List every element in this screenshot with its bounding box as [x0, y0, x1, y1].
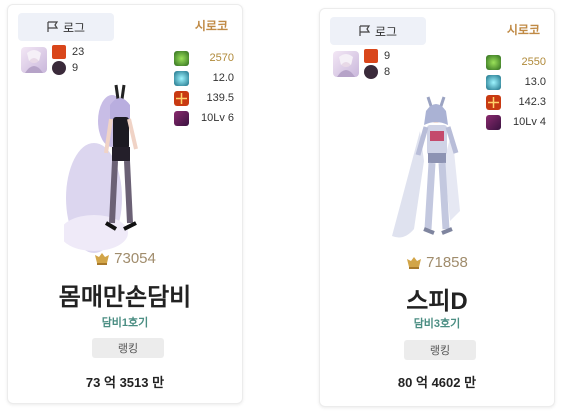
red-cross-icon	[174, 90, 189, 106]
dark-orb-icon	[364, 65, 378, 79]
adventure-label: 로그	[374, 24, 398, 39]
flag-icon	[47, 21, 59, 33]
stat-row: 142.3	[486, 92, 546, 112]
score-row: 71858	[320, 254, 554, 271]
character-card[interactable]: 로그 시로코 9 8 2550 13.0 142.3 10Lv 4 71858 …	[319, 8, 555, 407]
flag-icon	[359, 25, 371, 37]
guild-name: 담비3호기	[413, 318, 461, 330]
stat-row: 10Lv 6	[174, 108, 234, 128]
character-sprite	[382, 91, 492, 256]
red-crystal-icon	[52, 45, 66, 59]
stat-row: 139.5	[174, 88, 234, 108]
adventure-label: 로그	[62, 20, 86, 35]
small-stat-1: 23	[52, 45, 84, 59]
guild-name: 담비1호기	[101, 317, 149, 329]
combat-power: 73 억 3513 만	[85, 375, 165, 390]
stat-row: 13.0	[486, 72, 546, 92]
character-card[interactable]: 로그 시로코 23 9 2570 12.0 139.5 10Lv 6 73054…	[7, 4, 243, 404]
small-stat-1: 9	[364, 49, 390, 63]
dark-orb-icon	[52, 61, 66, 75]
avatar	[21, 47, 47, 73]
cyan-burst-icon	[486, 74, 501, 90]
rank-button[interactable]: 랭킹	[404, 340, 476, 360]
red-crystal-icon	[364, 49, 378, 63]
character-name[interactable]: 스피D	[320, 281, 554, 316]
stat-row: 2570	[174, 48, 234, 68]
green-gem-icon	[174, 50, 189, 66]
character-sprite	[60, 83, 176, 258]
stat-row: 12.0	[174, 68, 234, 88]
stat-list: 2570 12.0 139.5 10Lv 6	[174, 48, 234, 128]
adventure-badge[interactable]: 로그	[18, 13, 114, 41]
small-stat-2: 9	[52, 61, 78, 75]
rank-button[interactable]: 랭킹	[92, 338, 164, 358]
adventure-badge[interactable]: 로그	[330, 17, 426, 45]
cyan-burst-icon	[174, 70, 189, 86]
purple-level-icon	[174, 110, 189, 126]
server-name: 시로코	[194, 19, 228, 33]
stat-list: 2550 13.0 142.3 10Lv 4	[486, 52, 546, 132]
score-row: 73054	[8, 250, 242, 267]
avatar	[333, 51, 359, 77]
small-stat-2: 8	[364, 65, 390, 79]
gold-crest-icon	[95, 252, 110, 265]
stat-row: 10Lv 4	[486, 112, 546, 132]
stat-row: 2550	[486, 52, 546, 72]
server-name: 시로코	[506, 23, 540, 37]
green-gem-icon	[486, 54, 501, 70]
gold-crest-icon	[407, 256, 422, 269]
character-name[interactable]: 몸매만손담비	[8, 277, 242, 312]
combat-power: 80 억 4602 만	[397, 375, 477, 390]
